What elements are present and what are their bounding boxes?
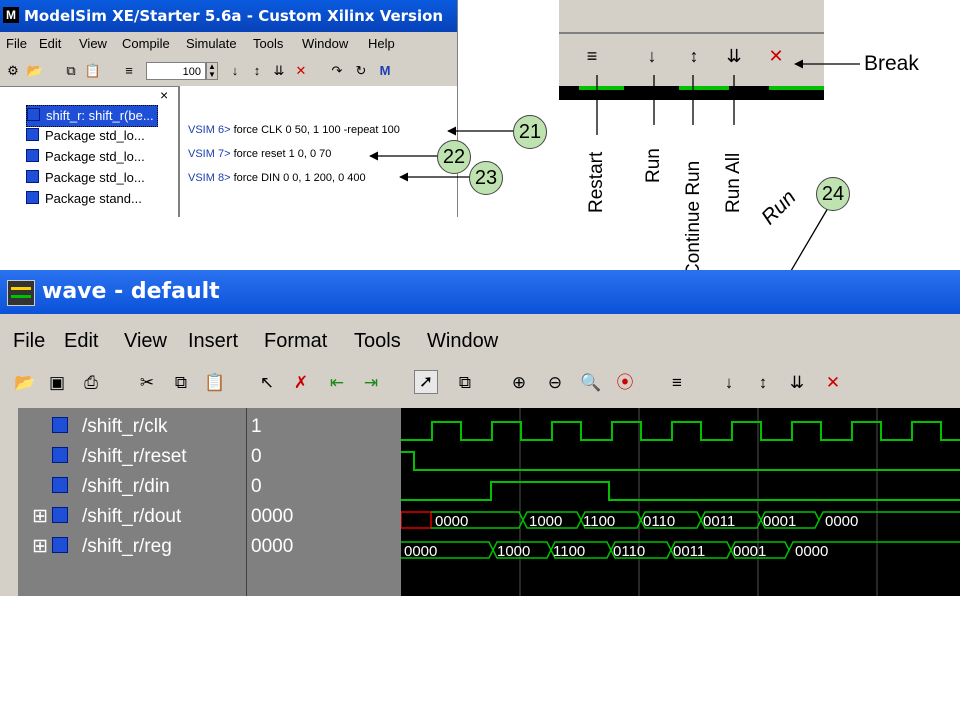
waveform-pane[interactable]: 0000 1000 1100 0110 0011 0001 0000 0000 [400, 408, 960, 596]
signal-value: 0000 [251, 506, 294, 527]
save-icon[interactable]: ▣ [46, 372, 68, 394]
cut-icon[interactable]: ✂ [136, 372, 158, 394]
signal-row[interactable]: ⊞ /shift_r/reg [18, 532, 172, 562]
wave-menu-format[interactable]: Format [264, 330, 327, 353]
dout-value: 1000 [529, 513, 562, 530]
paste-icon[interactable]: 📋 [204, 372, 226, 394]
wave-run-icon[interactable]: ↓ [718, 372, 740, 394]
wave-app-icon [7, 280, 35, 306]
dout-bus [400, 511, 960, 529]
signal-icon [52, 477, 68, 493]
signal-name: /shift_r/reset [82, 446, 187, 467]
reg-value: 0011 [673, 543, 705, 560]
signal-value: 0 [251, 476, 262, 497]
callout-21: 21 [513, 115, 547, 149]
print-icon[interactable]: ⎙ [80, 372, 102, 394]
open-icon[interactable]: 📂 [14, 372, 36, 394]
run-all-label: Run All [723, 152, 744, 213]
clk-trace [401, 421, 960, 441]
signal-row[interactable]: /shift_r/clk [18, 412, 168, 442]
signal-row[interactable]: ⊞ /shift_r/dout [18, 502, 181, 532]
dout-value: 0000 [435, 513, 468, 530]
wave-menu-bar: File Edit View Insert Format Tools Windo… [0, 320, 960, 360]
wave-run-all-icon[interactable]: ⇊ [786, 372, 808, 394]
signal-name: /shift_r/dout [82, 506, 182, 527]
signal-name: /shift_r/reg [82, 536, 172, 557]
dout-value: 1100 [583, 513, 615, 530]
reg-value: 0001 [733, 543, 766, 560]
wave-menu-tools[interactable]: Tools [354, 330, 401, 353]
continue-run-label: Continue Run [683, 160, 704, 277]
zoom-in-icon[interactable]: ⊕ [508, 372, 530, 394]
signal-row[interactable]: /shift_r/reset [18, 442, 187, 472]
zoom-out-icon[interactable]: ⊖ [544, 372, 566, 394]
callout-22: 22 [437, 140, 471, 174]
signal-icon [52, 507, 68, 523]
signal-value: 0 [251, 446, 262, 467]
signal-row[interactable]: /shift_r/din [18, 472, 170, 502]
signal-icon [52, 537, 68, 553]
restart-label: Restart [586, 151, 607, 213]
reg-value: 1000 [497, 543, 530, 560]
add-cursor-icon[interactable]: ↖ [256, 372, 278, 394]
reg-value: 1100 [553, 543, 585, 560]
wave-continue-icon[interactable]: ↕ [752, 372, 774, 394]
signal-name: /shift_r/din [82, 476, 170, 497]
wave-menu-edit[interactable]: Edit [64, 330, 98, 353]
wave-title: wave - default [42, 279, 220, 304]
signal-icon [52, 417, 68, 433]
wave-title-bar: wave - default [0, 270, 960, 314]
reset-trace [401, 451, 960, 471]
din-trace [401, 481, 960, 501]
traffic-light-icon[interactable]: ⦿ [614, 372, 636, 394]
wave-menu-insert[interactable]: Insert [188, 330, 238, 353]
dout-value: 0110 [643, 513, 675, 530]
delete-cursor-icon[interactable]: ✗ [290, 372, 312, 394]
reg-value: 0000 [404, 543, 437, 560]
wave-menu-window[interactable]: Window [427, 330, 498, 353]
dout-value: 0000 [825, 513, 858, 530]
run-label: Run [643, 148, 664, 183]
signal-value: 0000 [251, 536, 294, 557]
wave-menu-view[interactable]: View [124, 330, 167, 353]
wave-window: wave - default File Edit View Insert For… [0, 270, 960, 596]
zoom-full-icon[interactable]: 🔍 [580, 372, 602, 394]
reg-value: 0000 [795, 543, 828, 560]
zoom-mode-icon[interactable]: ⧉ [454, 372, 476, 394]
signal-icon [52, 447, 68, 463]
signal-value: 1 [251, 416, 262, 437]
prev-edge-icon[interactable]: ⇤ [326, 372, 348, 394]
callout-24: 24 [816, 177, 850, 211]
callout-23: 23 [469, 161, 503, 195]
break-label: Break [864, 52, 919, 75]
expand-icon[interactable]: ⊞ [18, 502, 48, 532]
signal-names-pane: /shift_r/clk /shift_r/reset /shift_r/din… [18, 408, 246, 596]
next-edge-icon[interactable]: ⇥ [360, 372, 382, 394]
signal-name: /shift_r/clk [82, 416, 168, 437]
dout-value: 0011 [703, 513, 735, 530]
dout-value: 0001 [763, 513, 796, 530]
copy-icon[interactable]: ⧉ [170, 372, 192, 394]
signal-values-pane: 1 0 0 0000 0000 [246, 408, 402, 596]
expand-icon[interactable]: ⊞ [18, 532, 48, 562]
wave-menu-file[interactable]: File [13, 330, 45, 353]
reg-value: 0110 [613, 543, 645, 560]
wave-restart-icon[interactable]: ≡ [666, 372, 688, 394]
select-mode-icon[interactable]: ➚ [414, 370, 438, 394]
waveform-canvas[interactable]: 0000 1000 1100 0110 0011 0001 0000 0000 [400, 408, 960, 596]
wave-break-icon[interactable]: ✕ [822, 372, 844, 394]
